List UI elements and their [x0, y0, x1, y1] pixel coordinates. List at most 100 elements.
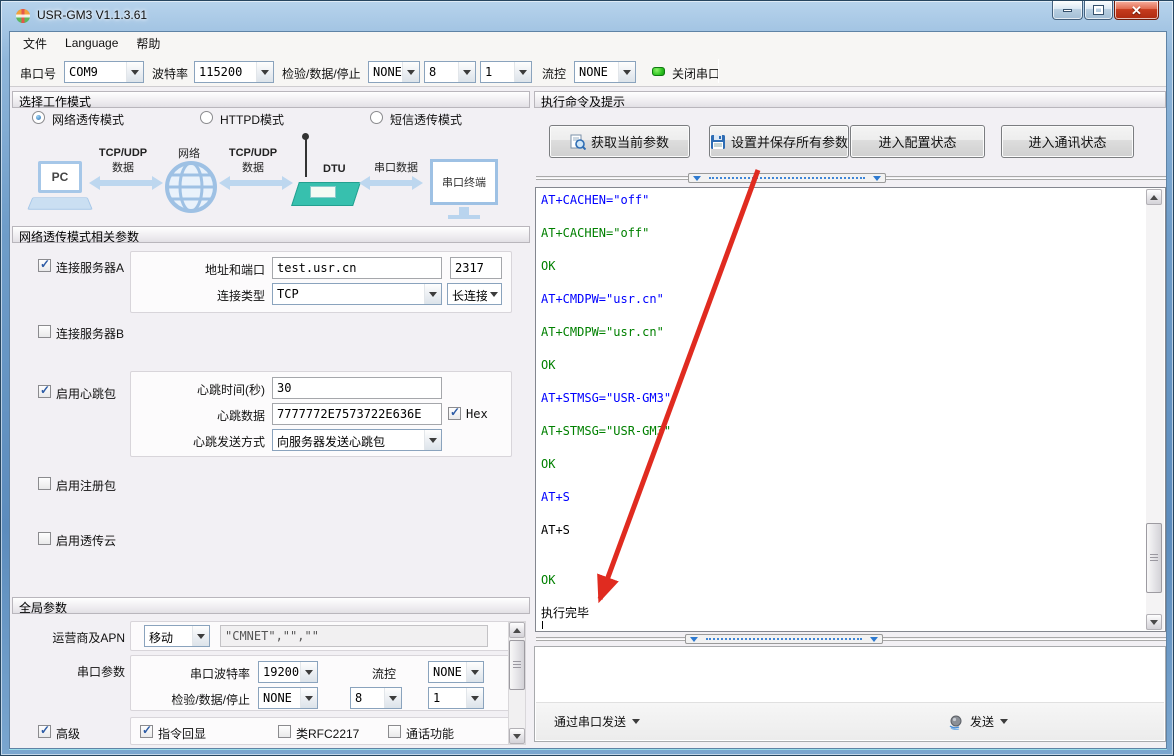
chevron-down-icon[interactable] [384, 688, 401, 708]
chevron-down-icon[interactable] [192, 626, 209, 646]
radio-httpd-mode-label[interactable]: HTTPD模式 [220, 111, 284, 128]
serverA-label[interactable]: 连接服务器A [56, 259, 124, 276]
enter-comm-button[interactable]: 进入通讯状态 [1001, 125, 1134, 158]
heartbeat-label[interactable]: 启用心跳包 [56, 385, 116, 402]
menu-language[interactable]: Language [56, 33, 127, 53]
call-checkbox[interactable] [388, 725, 401, 738]
port-select[interactable]: COM9 [64, 61, 144, 83]
send-via-dropdown[interactable]: 通过串口发送 [548, 709, 646, 734]
log-line [541, 341, 1141, 358]
chevron-down-icon[interactable] [466, 662, 483, 682]
advanced-label[interactable]: 高级 [56, 725, 80, 742]
flow-select[interactable]: NONE [574, 61, 636, 83]
sp-baud-value: 19200 [259, 662, 300, 682]
sp-databits-select[interactable]: 8 [350, 687, 402, 709]
conn-type-label: 连接类型 [160, 287, 265, 304]
collapse-icon[interactable] [870, 637, 878, 642]
call-label[interactable]: 通话功能 [406, 725, 454, 742]
chevron-down-icon[interactable] [424, 430, 441, 450]
close-port-button[interactable]: 关闭串口 [672, 65, 720, 82]
chevron-down-icon[interactable] [514, 62, 531, 82]
double-arrow-icon [219, 176, 293, 190]
hb-data-input[interactable]: 7777772E7573722E636E [272, 403, 442, 425]
scrollbar-thumb[interactable] [509, 640, 525, 690]
chevron-down-icon[interactable] [466, 688, 483, 708]
send-input[interactable] [536, 648, 1164, 703]
databits-select[interactable]: 8 [424, 61, 476, 83]
rfc2217-label[interactable]: 类RFC2217 [296, 725, 359, 742]
menu-help[interactable]: 帮助 [127, 32, 169, 55]
send-button[interactable]: 发送 [942, 709, 1014, 734]
chevron-down-icon[interactable] [424, 284, 441, 304]
chevron-down-icon[interactable] [300, 662, 317, 682]
log-line: OK [541, 572, 1141, 589]
minimize-button[interactable] [1052, 1, 1083, 20]
chevron-down-icon[interactable] [402, 62, 419, 82]
serverB-label[interactable]: 连接服务器B [56, 325, 124, 342]
collapse-icon[interactable] [690, 637, 698, 642]
enter-config-button[interactable]: 进入配置状态 [850, 125, 985, 158]
chevron-down-icon[interactable] [458, 62, 475, 82]
stopbits-select[interactable]: 1 [480, 61, 532, 83]
tcp-data-label-1: TCP/UDP数据 [98, 147, 148, 175]
scroll-down-icon[interactable] [509, 728, 525, 744]
scroll-up-icon[interactable] [509, 622, 525, 638]
left-scrollbar[interactable] [508, 621, 526, 745]
sp-parity-select[interactable]: NONE [258, 687, 318, 709]
heartbeat-checkbox[interactable] [38, 385, 51, 398]
save-params-button[interactable]: 设置并保存所有参数 [709, 125, 849, 158]
terminal-icon: 串口终端 [430, 159, 498, 205]
hb-time-input[interactable]: 30 [272, 377, 442, 399]
menu-file[interactable]: 文件 [14, 32, 56, 55]
register-label[interactable]: 启用注册包 [56, 477, 116, 494]
register-checkbox[interactable] [38, 477, 51, 490]
close-button[interactable]: ✕ [1114, 1, 1159, 20]
hex-label[interactable]: Hex [466, 407, 488, 421]
sp-flow-select[interactable]: NONE [428, 661, 484, 683]
save-params-label: 设置并保存所有参数 [731, 132, 848, 151]
sp-stopbits-select[interactable]: 1 [428, 687, 484, 709]
baud-select[interactable]: 115200 [194, 61, 274, 83]
log-splitter[interactable] [688, 173, 886, 183]
get-params-button[interactable]: 获取当前参数 [549, 125, 690, 158]
command-log[interactable]: AT+CACHEN="off" AT+CACHEN="off" OK AT+CM… [535, 187, 1166, 632]
chevron-down-icon[interactable] [300, 688, 317, 708]
title-bar[interactable]: USR-GM3 V1.1.3.61 ✕ [1, 1, 1173, 31]
minimize-icon [1063, 9, 1072, 12]
conn-type-select[interactable]: TCP [272, 283, 442, 305]
parity-select[interactable]: NONE [368, 61, 420, 83]
collapse-icon[interactable] [693, 176, 701, 181]
radio-net-mode[interactable] [32, 111, 45, 124]
radio-httpd-mode[interactable] [200, 111, 213, 124]
maximize-button[interactable] [1084, 1, 1113, 20]
radio-sms-mode-label[interactable]: 短信透传模式 [390, 111, 462, 128]
chevron-down-icon[interactable] [618, 62, 635, 82]
log-scrollbar[interactable] [1146, 189, 1164, 630]
server-address-input[interactable]: test.usr.cn [272, 257, 442, 279]
radio-net-mode-label[interactable]: 网络透传模式 [52, 111, 124, 128]
radio-sms-mode[interactable] [370, 111, 383, 124]
scrollbar-thumb[interactable] [1146, 523, 1162, 593]
send-splitter[interactable] [685, 634, 883, 644]
rfc2217-checkbox[interactable] [278, 725, 291, 738]
echo-checkbox[interactable] [140, 725, 153, 738]
chevron-down-icon[interactable] [256, 62, 273, 82]
echo-label[interactable]: 指令回显 [158, 725, 206, 742]
cloud-label[interactable]: 启用透传云 [56, 532, 116, 549]
carrier-select[interactable]: 移动 [144, 625, 210, 647]
cloud-checkbox[interactable] [38, 532, 51, 545]
collapse-icon[interactable] [873, 176, 881, 181]
serverB-checkbox[interactable] [38, 325, 51, 338]
log-line: AT+S [541, 522, 1141, 539]
hex-checkbox[interactable] [448, 407, 461, 420]
scroll-down-icon[interactable] [1146, 614, 1162, 630]
sp-baud-select[interactable]: 19200 [258, 661, 318, 683]
hb-mode-select[interactable]: 向服务器发送心跳包 [272, 429, 442, 451]
server-port-input[interactable]: 2317 [450, 257, 502, 279]
advanced-checkbox[interactable] [38, 725, 51, 738]
scroll-up-icon[interactable] [1146, 189, 1162, 205]
serverA-checkbox[interactable] [38, 259, 51, 272]
chevron-down-icon[interactable] [126, 62, 143, 82]
conn-mode-select[interactable]: 长连接 [447, 283, 502, 305]
chevron-down-icon[interactable] [487, 284, 501, 304]
